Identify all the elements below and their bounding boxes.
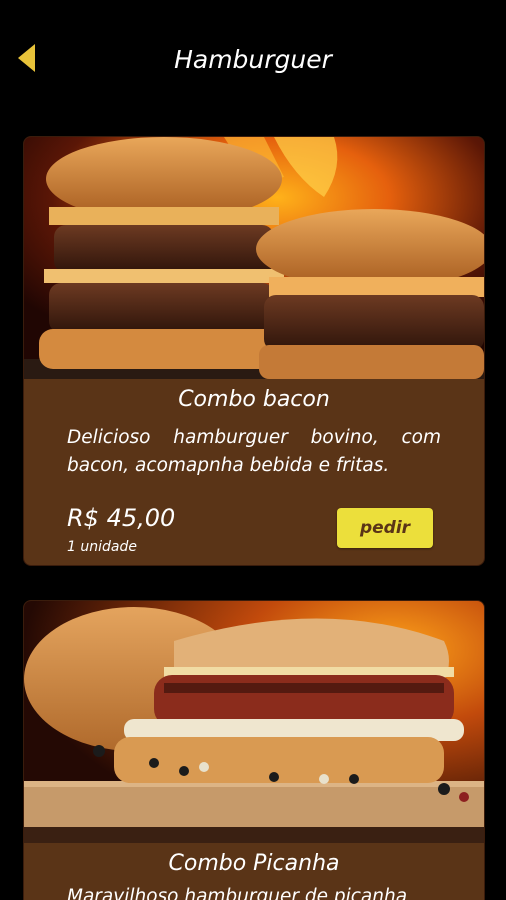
product-card[interactable]: Combo Picanha Maravilhoso hamburguer de …	[23, 600, 485, 900]
product-description: Delicioso hamburguer bovino, com bacon, …	[67, 427, 441, 476]
product-price: R$ 45,00	[67, 504, 176, 532]
header: Hamburguer	[0, 0, 506, 120]
product-image	[24, 137, 484, 379]
product-unit: 1 unidade	[67, 539, 137, 555]
product-image	[24, 601, 484, 843]
product-card[interactable]: Combo bacon Delicioso hamburguer bovino,…	[23, 136, 485, 566]
product-name: Combo bacon	[178, 387, 330, 412]
page-title: Hamburguer	[174, 45, 332, 74]
product-description: Maravilhoso hamburguer de picanha	[67, 886, 408, 900]
screen: Hamburguer Combo bacon Delicioso hamburg…	[0, 0, 506, 900]
product-name: Combo Picanha	[168, 851, 340, 876]
order-button[interactable]: pedir	[337, 508, 433, 548]
